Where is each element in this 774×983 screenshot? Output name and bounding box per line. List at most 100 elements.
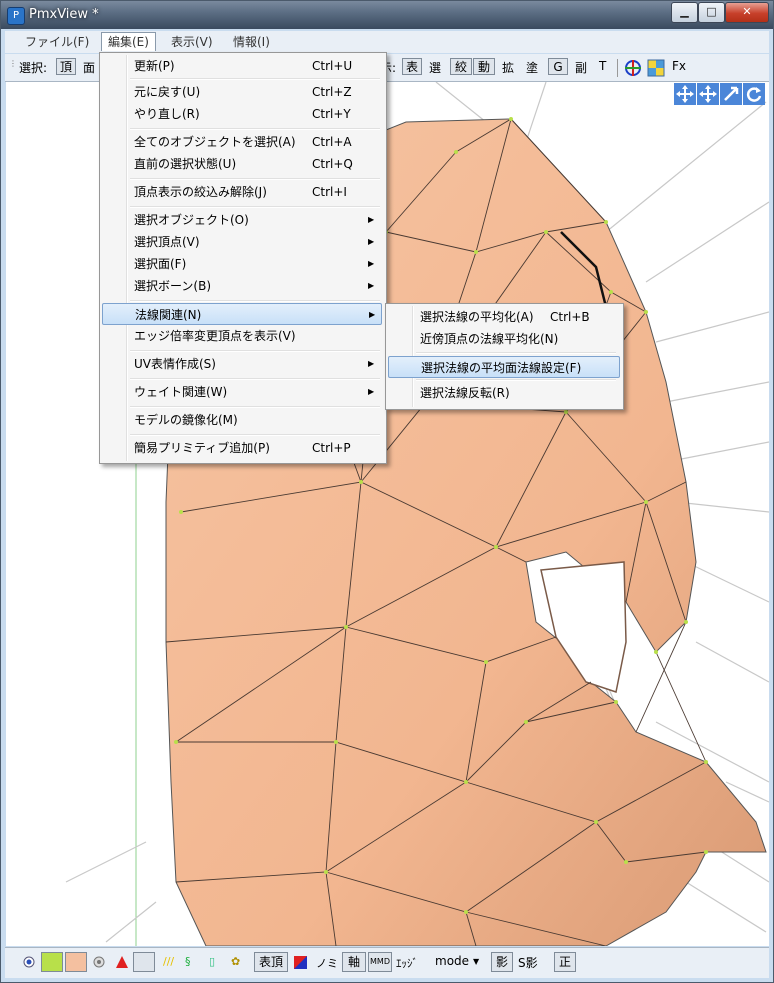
menu-info[interactable]: 情報(I) bbox=[227, 33, 276, 51]
nomi-button[interactable]: ノミ bbox=[316, 955, 338, 971]
circle-toggle-icon[interactable] bbox=[93, 956, 105, 968]
menu-edit[interactable]: 編集(E) bbox=[101, 32, 156, 51]
select-label: 選択: bbox=[19, 61, 48, 75]
menu-item-shortcut: Ctrl+Z bbox=[312, 85, 352, 99]
menu-item-undo[interactable]: 元に戻す(U) Ctrl+Z bbox=[102, 81, 382, 103]
menu-separator bbox=[130, 178, 380, 180]
bone-triangle-icon[interactable] bbox=[115, 955, 129, 969]
menu-item-select-vertex[interactable]: 選択頂点(V) ▶ bbox=[102, 231, 382, 253]
title-bar[interactable]: P PmxView * ▁ □ ✕ bbox=[1, 1, 773, 29]
status-bar: /// § ▯ ✿ 表頂 ノミ 軸 MMD ｴｯｼﾞ mode ▼ 影 S影 正 bbox=[5, 947, 769, 978]
maximize-button[interactable]: □ bbox=[698, 2, 725, 23]
tool-scale-button[interactable]: 拡 bbox=[502, 59, 514, 76]
correct-button[interactable]: 正 bbox=[554, 952, 576, 972]
menu-item-show-edge-scale-vertices[interactable]: エッジ倍率変更頂点を表示(V) bbox=[102, 325, 382, 347]
radio-icon[interactable] bbox=[23, 956, 35, 968]
menu-item-mirror-model[interactable]: モデルの鏡像化(M) bbox=[102, 409, 382, 431]
menu-item-label: やり直し(R) bbox=[134, 107, 200, 121]
material-toggle-button[interactable] bbox=[133, 952, 155, 972]
fx-button[interactable]: Fx bbox=[672, 59, 686, 73]
menu-separator bbox=[130, 406, 380, 408]
menu-item-shortcut: Ctrl+P bbox=[312, 441, 351, 455]
menu-item-clear-vertex-filter[interactable]: 頂点表示の絞込み解除(J) Ctrl+I bbox=[102, 181, 382, 203]
pan-icon[interactable] bbox=[674, 83, 696, 105]
submenu-arrow-icon: ▶ bbox=[369, 310, 376, 319]
edit-menu: 更新(P) Ctrl+U 元に戻す(U) Ctrl+Z やり直し(R) Ctrl+Y 全ての… bbox=[99, 52, 387, 464]
tool-sub-button[interactable]: 副 bbox=[575, 59, 587, 76]
grid-color-icon[interactable] bbox=[647, 59, 665, 77]
menu-item-label: モデルの鏡像化(M) bbox=[134, 413, 238, 427]
menu-file[interactable]: ファイル(F) bbox=[19, 33, 95, 51]
menu-item-refresh[interactable]: 更新(P) Ctrl+U bbox=[102, 55, 382, 77]
menu-item-label: 選択面(F) bbox=[134, 257, 187, 271]
menu-item-label: UV表情作成(S) bbox=[134, 357, 216, 371]
menu-item-select-object[interactable]: 選択オブジェクト(O) ▶ bbox=[102, 209, 382, 231]
surface-vertex-button[interactable]: 表頂 bbox=[254, 952, 288, 972]
capsule-icon[interactable]: ▯ bbox=[209, 955, 215, 968]
menu-item-select-bone[interactable]: 選択ボーン(B) ▶ bbox=[102, 275, 382, 297]
menu-view[interactable]: 表示(V) bbox=[165, 33, 219, 51]
tool-show-button[interactable]: 表 bbox=[402, 58, 422, 75]
menu-item-shortcut: Ctrl+Y bbox=[312, 107, 351, 121]
submenu-item-set-average-face-normal[interactable]: 選択法線の平均面法線設定(F) bbox=[388, 356, 620, 378]
joint-icon[interactable]: ✿ bbox=[231, 955, 240, 968]
submenu-item-label: 選択法線反転(R) bbox=[420, 386, 510, 400]
select-face-button[interactable]: 面 bbox=[83, 59, 95, 76]
menu-item-shortcut: Ctrl+U bbox=[312, 59, 353, 73]
move-icon[interactable] bbox=[697, 83, 719, 105]
menu-item-label: 選択オブジェクト(O) bbox=[134, 213, 249, 227]
submenu-arrow-icon: ▶ bbox=[368, 359, 375, 368]
menu-item-weight-related[interactable]: ウェイト関連(W) ▶ bbox=[102, 381, 382, 403]
minimize-button[interactable]: ▁ bbox=[671, 2, 698, 23]
menu-item-shortcut: Ctrl+I bbox=[312, 185, 347, 199]
tool-t-button[interactable]: T bbox=[599, 59, 606, 73]
menu-item-add-primitive[interactable]: 簡易プリミティブ追加(P) Ctrl+P bbox=[102, 437, 382, 459]
submenu-arrow-icon: ▶ bbox=[368, 387, 375, 396]
color-swatch-icon[interactable] bbox=[294, 956, 307, 969]
toolbar-grip-icon: ⋮ bbox=[9, 59, 17, 68]
menu-item-previous-selection[interactable]: 直前の選択状態(U) Ctrl+Q bbox=[102, 153, 382, 175]
tool-select-button[interactable]: 選 bbox=[429, 59, 441, 76]
rotate-icon[interactable] bbox=[743, 83, 765, 105]
select-vertex-button[interactable]: 頂 bbox=[56, 58, 76, 75]
tool-paint-button[interactable]: 塗 bbox=[526, 59, 538, 76]
mode-dropdown-arrow-icon[interactable]: ▼ bbox=[473, 957, 479, 966]
submenu-item-flip-selected-normals[interactable]: 選択法線反転(R) bbox=[388, 382, 620, 404]
submenu-item-label: 選択法線の平均面法線設定(F) bbox=[421, 361, 582, 375]
tool-move-button[interactable]: 動 bbox=[473, 58, 495, 75]
menu-separator bbox=[416, 379, 616, 381]
tool-narrow-button[interactable]: 絞 bbox=[450, 58, 472, 75]
menu-item-select-all[interactable]: 全てのオブジェクトを選択(A) Ctrl+A bbox=[102, 131, 382, 153]
menu-item-label: 選択頂点(V) bbox=[134, 235, 200, 249]
menu-item-label: 元に戻す(U) bbox=[134, 85, 201, 99]
crosshair-icon[interactable] bbox=[624, 59, 642, 77]
face-display-button[interactable] bbox=[65, 952, 87, 972]
menu-item-label: 簡易プリミティブ追加(P) bbox=[134, 441, 270, 455]
vertex-display-button[interactable] bbox=[41, 952, 63, 972]
menu-item-label: 選択ボーン(B) bbox=[134, 279, 211, 293]
submenu-item-average-selected-normals[interactable]: 選択法線の平均化(A) Ctrl+B bbox=[388, 306, 620, 328]
menu-separator bbox=[130, 434, 380, 436]
app-icon[interactable]: P bbox=[7, 7, 25, 25]
mode-dropdown[interactable]: mode bbox=[435, 954, 469, 968]
shadow-button[interactable]: 影 bbox=[491, 952, 513, 972]
close-button[interactable]: ✕ bbox=[725, 2, 769, 23]
self-shadow-button[interactable]: S影 bbox=[518, 954, 538, 971]
menu-item-shortcut: Ctrl+A bbox=[312, 135, 352, 149]
menu-item-select-face[interactable]: 選択面(F) ▶ bbox=[102, 253, 382, 275]
menu-item-normal-related[interactable]: 法線関連(N) ▶ bbox=[102, 303, 382, 325]
menu-separator bbox=[130, 206, 380, 208]
window-title: PmxView * bbox=[29, 7, 99, 22]
light-icon[interactable]: /// bbox=[163, 955, 174, 968]
mmd-button[interactable]: MMD bbox=[368, 952, 392, 972]
chain-icon[interactable]: § bbox=[185, 955, 191, 968]
submenu-item-average-neighbor-normals[interactable]: 近傍頂点の法線平均化(N) bbox=[388, 328, 620, 350]
menu-item-redo[interactable]: やり直し(R) Ctrl+Y bbox=[102, 103, 382, 125]
submenu-item-shortcut: Ctrl+B bbox=[550, 310, 590, 324]
zoom-icon[interactable] bbox=[720, 83, 742, 105]
axis-button[interactable]: 軸 bbox=[342, 952, 366, 972]
tool-g-button[interactable]: G bbox=[548, 58, 568, 75]
menu-item-uv-morph-create[interactable]: UV表情作成(S) ▶ bbox=[102, 353, 382, 375]
menu-separator bbox=[416, 352, 616, 354]
edge-button[interactable]: ｴｯｼﾞ bbox=[396, 955, 418, 971]
